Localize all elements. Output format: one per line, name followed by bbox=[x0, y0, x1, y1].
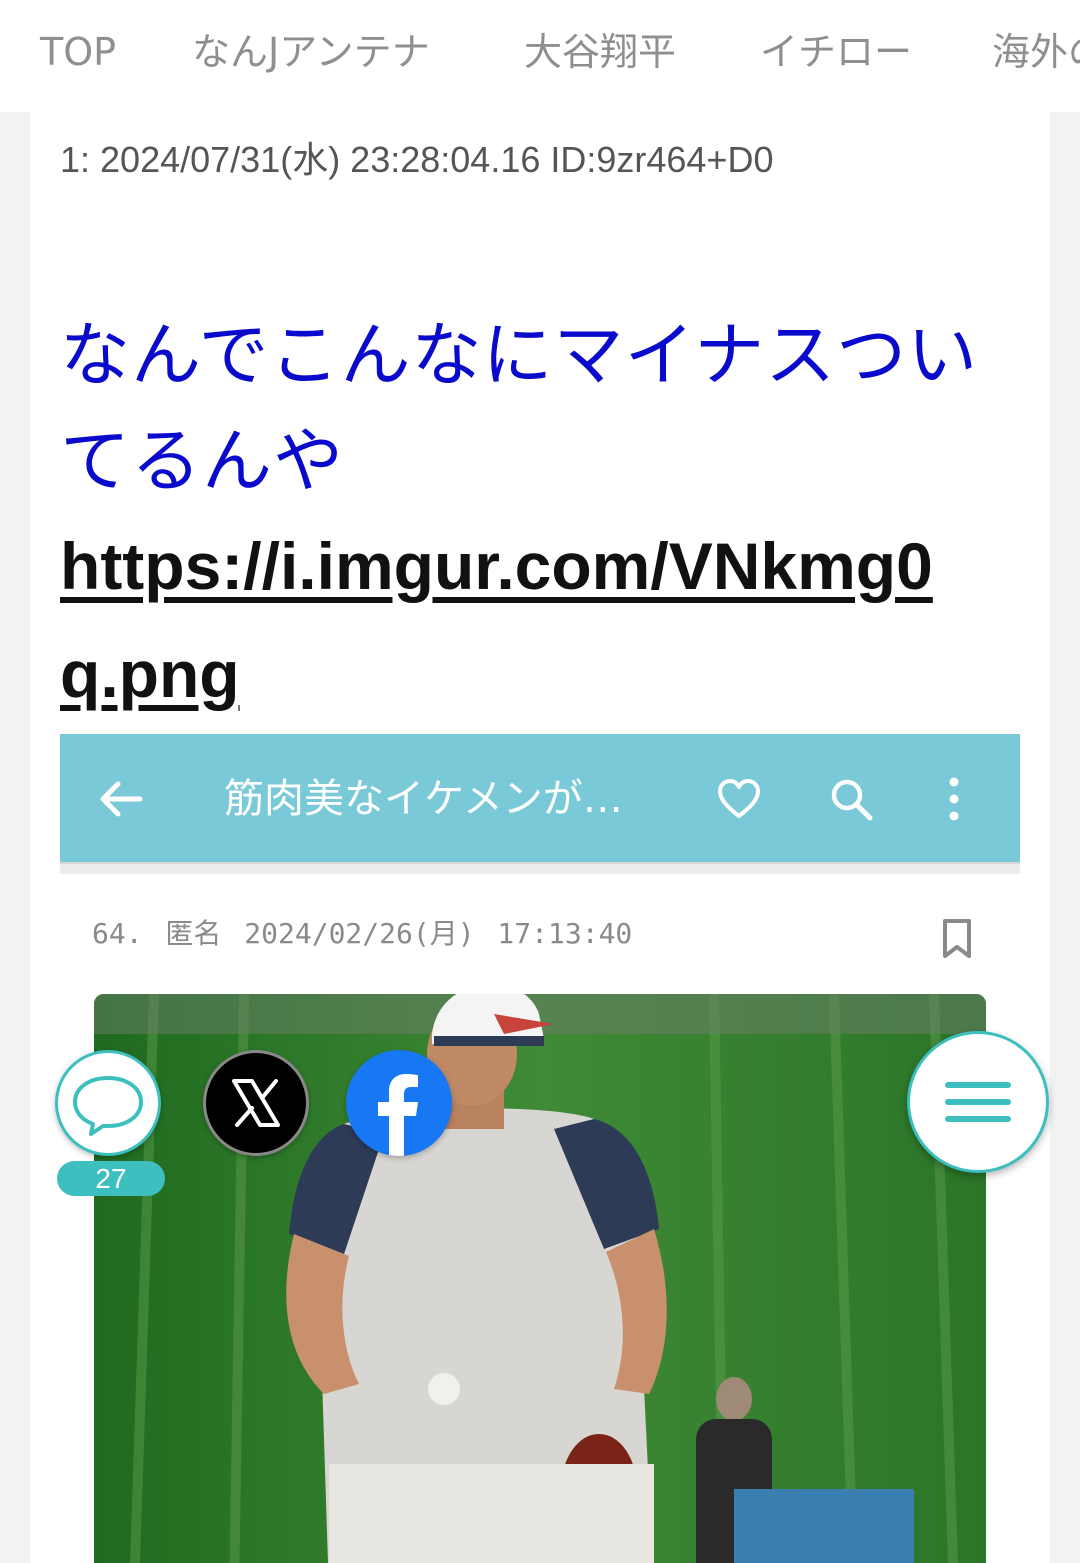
image-link-line[interactable]: q.png bbox=[60, 620, 1020, 728]
menu-icon bbox=[945, 1082, 1011, 1122]
nav-item-nanj-antenna[interactable]: なんJアンテナ bbox=[192, 28, 430, 76]
facebook-icon bbox=[378, 1074, 418, 1156]
app-bar-shadow bbox=[60, 864, 1020, 874]
article-card: 1: 2024/07/31(水) 23:28:04.16 ID:9zr464+D… bbox=[30, 112, 1050, 1563]
comment-count-badge: 27 bbox=[57, 1161, 165, 1196]
embedded-screenshot[interactable]: 筋肉美なイケメンが… 64. 匿名 2024/02/26(月) 17:13:40 bbox=[60, 734, 1020, 1563]
share-facebook-button[interactable] bbox=[346, 1050, 452, 1156]
embedded-comment-meta: 64. 匿名 2024/02/26(月) 17:13:40 bbox=[92, 917, 633, 950]
nav-item-overseas[interactable]: 海外の bbox=[992, 28, 1080, 76]
post-meta: 1: 2024/07/31(水) 23:28:04.16 ID:9zr464+D… bbox=[60, 139, 774, 180]
post-body: なんでこんなにマイナスつい てるんや bbox=[60, 302, 1010, 514]
x-logo-icon bbox=[232, 1079, 280, 1127]
embedded-title: 筋肉美なイケメンが… bbox=[224, 776, 623, 822]
post-body-line: なんでこんなにマイナスつい bbox=[60, 314, 979, 396]
image-link-line[interactable]: https://i.imgur.com/VNkmg0 bbox=[60, 512, 1020, 620]
share-x-button[interactable] bbox=[203, 1050, 309, 1156]
back-arrow-icon bbox=[100, 781, 143, 817]
search-icon bbox=[831, 779, 873, 821]
comment-button[interactable] bbox=[55, 1050, 161, 1156]
nav-item-top[interactable]: TOP bbox=[40, 28, 116, 76]
bookmark-icon bbox=[943, 919, 971, 958]
image-link[interactable]: https://i.imgur.com/VNkmg0 q.png bbox=[60, 512, 1020, 728]
heart-icon bbox=[718, 779, 760, 818]
top-nav: TOP なんJアンテナ 大谷翔平 イチロー 海外の bbox=[0, 0, 1080, 112]
more-vert-icon bbox=[949, 777, 959, 821]
embedded-app-bar: 筋肉美なイケメンが… bbox=[60, 734, 1020, 864]
menu-button[interactable] bbox=[907, 1031, 1049, 1173]
nav-item-ohtani[interactable]: 大谷翔平 bbox=[524, 28, 676, 76]
post-body-line: てるんや bbox=[60, 420, 344, 502]
comment-icon bbox=[73, 1076, 143, 1136]
nav-item-ichiro[interactable]: イチロー bbox=[760, 28, 912, 76]
